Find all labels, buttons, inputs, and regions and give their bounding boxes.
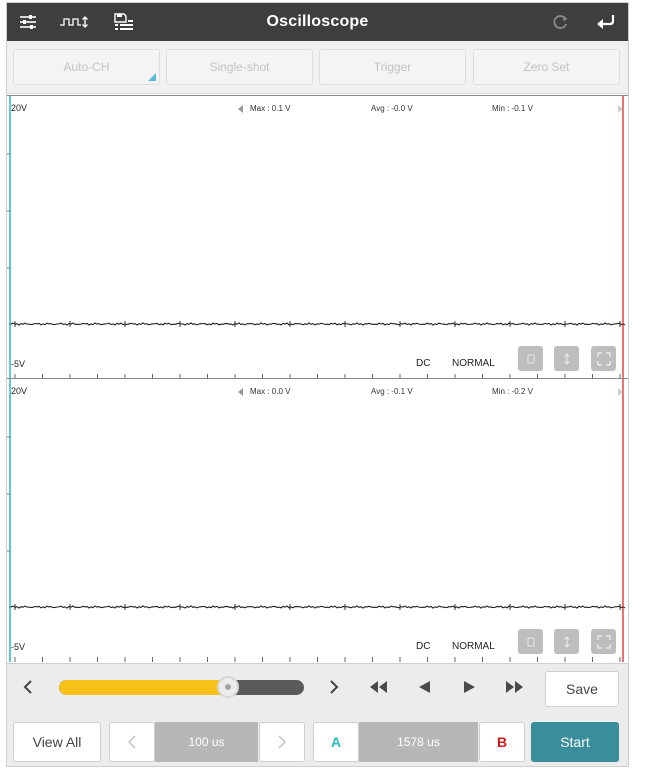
left-pointer-icon <box>238 388 243 396</box>
channel-1-settings-icon[interactable] <box>518 346 543 371</box>
channel-2-mode[interactable]: NORMAL <box>452 641 495 652</box>
right-pointer-icon <box>618 388 623 396</box>
channel-1-vertical-scale-icon[interactable] <box>554 346 579 371</box>
channel-1-max: Max : 0.1 V <box>250 104 291 113</box>
zero-set-label: Zero Set <box>523 60 570 74</box>
auto-ch-button[interactable]: Auto-CH <box>13 49 160 85</box>
settings-sliders-icon[interactable] <box>15 10 41 34</box>
channel-1-bottom-scale: -5V <box>11 359 26 369</box>
left-pointer-icon <box>238 105 243 113</box>
zero-set-button[interactable]: Zero Set <box>473 49 620 85</box>
channel-1-top-scale: 20V <box>11 103 28 113</box>
refresh-icon[interactable] <box>547 10 573 34</box>
trigger-button[interactable]: Trigger <box>319 49 466 85</box>
waveform-scale-icon[interactable] <box>57 10 91 34</box>
channel-2-bottom-scale: -5V <box>11 642 26 652</box>
channel-2-expand-icon[interactable] <box>591 629 616 654</box>
control-panel: Save View All 100 us A 1578 us B Start <box>7 663 628 766</box>
fast-rewind-icon[interactable] <box>365 676 391 698</box>
single-shot-label: Single-shot <box>209 60 270 74</box>
channel-1-min: Min : -0.1 V <box>492 104 533 113</box>
auto-ch-label: Auto-CH <box>63 60 110 74</box>
right-pointer-icon <box>618 105 623 113</box>
channel-1-expand-icon[interactable] <box>591 346 616 371</box>
timebase-increase-button[interactable] <box>259 722 305 762</box>
timebase-decrease-button[interactable] <box>109 722 155 762</box>
channel-2-grid <box>7 379 626 662</box>
channel-2-max: Max : 0.0 V <box>250 387 291 396</box>
timebase-value: 100 us <box>155 722 258 762</box>
start-button[interactable]: Start <box>531 722 619 762</box>
slider-right-icon[interactable] <box>323 676 345 698</box>
page-title: Oscilloscope <box>266 13 369 30</box>
channel-2-top-scale: 20V <box>11 386 28 396</box>
cursor-b-button[interactable]: B <box>479 722 525 762</box>
save-button[interactable]: Save <box>545 671 619 707</box>
return-arrow-icon[interactable] <box>593 10 619 34</box>
channel-2-coupling[interactable]: DC <box>416 641 430 652</box>
step-back-icon[interactable] <box>411 676 437 698</box>
fast-forward-icon[interactable] <box>502 676 528 698</box>
cursor-a-button[interactable]: A <box>313 722 359 762</box>
channel-2-settings-icon[interactable] <box>518 629 543 654</box>
time-slider-handle[interactable] <box>217 676 240 698</box>
channel-1-plot[interactable]: 20V Max : 0.1 V Avg : -0.0 V Min : -0.1 … <box>7 95 628 379</box>
single-shot-button[interactable]: Single-shot <box>166 49 313 85</box>
chevron-right-icon <box>278 735 287 749</box>
trigger-label: Trigger <box>373 60 412 74</box>
cursor-delta-value: 1578 us <box>359 722 478 762</box>
play-icon[interactable] <box>457 676 483 698</box>
slider-left-icon[interactable] <box>17 676 39 698</box>
channel-2-avg: Avg : -0.1 V <box>371 387 413 396</box>
view-all-button[interactable]: View All <box>13 722 101 762</box>
channel-1-grid <box>7 96 626 379</box>
oscilloscope-app: Oscilloscope Auto-CH Single-shot Trigger <box>6 2 629 767</box>
mode-toolbar: Auto-CH Single-shot Trigger Zero Set <box>7 41 628 94</box>
chevron-left-icon <box>127 735 136 749</box>
channel-2-vertical-scale-icon[interactable] <box>554 629 579 654</box>
dropdown-corner-icon <box>148 73 156 81</box>
time-slider[interactable] <box>59 680 304 695</box>
channel-1-mode[interactable]: NORMAL <box>452 358 495 369</box>
channel-1-avg: Avg : -0.0 V <box>371 104 413 113</box>
channel-2-plot[interactable]: 20V Max : 0.0 V Avg : -0.1 V Min : -0.2 … <box>7 378 628 662</box>
channel-1-coupling[interactable]: DC <box>416 358 430 369</box>
title-bar: Oscilloscope <box>7 3 628 41</box>
time-slider-fill <box>59 680 229 695</box>
channel-2-min: Min : -0.2 V <box>492 387 533 396</box>
save-file-list-icon[interactable] <box>111 10 137 34</box>
